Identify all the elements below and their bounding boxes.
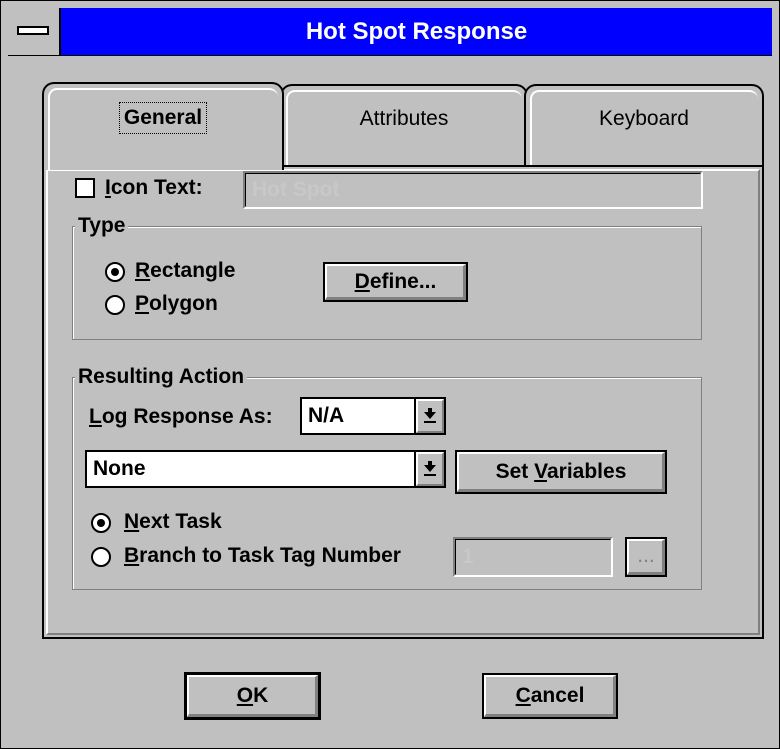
set-variables-label: Set Variables bbox=[495, 460, 627, 483]
icon-text-checkbox[interactable] bbox=[75, 178, 95, 198]
polygon-label: Polygon bbox=[135, 292, 218, 315]
rectangle-radio[interactable] bbox=[105, 262, 125, 282]
task-tag-number-value: 1 bbox=[455, 539, 611, 575]
polygon-radio[interactable] bbox=[105, 295, 125, 315]
rectangle-label: Rectangle bbox=[135, 259, 236, 282]
define-button-label: Define... bbox=[354, 270, 437, 293]
browse-button[interactable]: ... bbox=[625, 537, 667, 577]
action-dropdown-value: None bbox=[93, 457, 146, 480]
branch-radio[interactable] bbox=[91, 547, 111, 567]
action-dropdown-arrow[interactable] bbox=[414, 452, 444, 486]
set-variables-button[interactable]: Set Variables bbox=[455, 450, 667, 494]
log-response-label: Log Response As: bbox=[89, 405, 273, 428]
browse-button-label: ... bbox=[637, 544, 655, 567]
icon-text-value: Hot Spot bbox=[245, 173, 701, 207]
branch-label: Branch to Task Tag Number bbox=[124, 544, 401, 567]
log-response-dropdown[interactable]: N/A bbox=[300, 397, 446, 435]
type-group-label: Type bbox=[75, 214, 129, 238]
cancel-button[interactable]: Cancel bbox=[482, 673, 618, 719]
task-tag-number-field[interactable]: 1 bbox=[453, 537, 613, 577]
next-task-radio[interactable] bbox=[91, 513, 111, 533]
action-dropdown[interactable]: None bbox=[85, 450, 446, 488]
chevron-down-icon bbox=[424, 408, 436, 423]
icon-text-field[interactable]: Hot Spot bbox=[243, 171, 703, 209]
log-response-value: N/A bbox=[308, 404, 345, 427]
next-task-label: Next Task bbox=[124, 510, 222, 533]
resulting-action-label: Resulting Action bbox=[75, 365, 248, 389]
log-response-dropdown-arrow[interactable] bbox=[414, 399, 444, 433]
ok-button-label: OK bbox=[236, 684, 269, 707]
icon-text-label: Icon Text: bbox=[105, 176, 203, 199]
define-button[interactable]: Define... bbox=[323, 262, 468, 302]
cancel-button-label: Cancel bbox=[515, 684, 585, 707]
chevron-down-icon bbox=[424, 461, 436, 476]
ok-button[interactable]: OK bbox=[184, 672, 321, 720]
